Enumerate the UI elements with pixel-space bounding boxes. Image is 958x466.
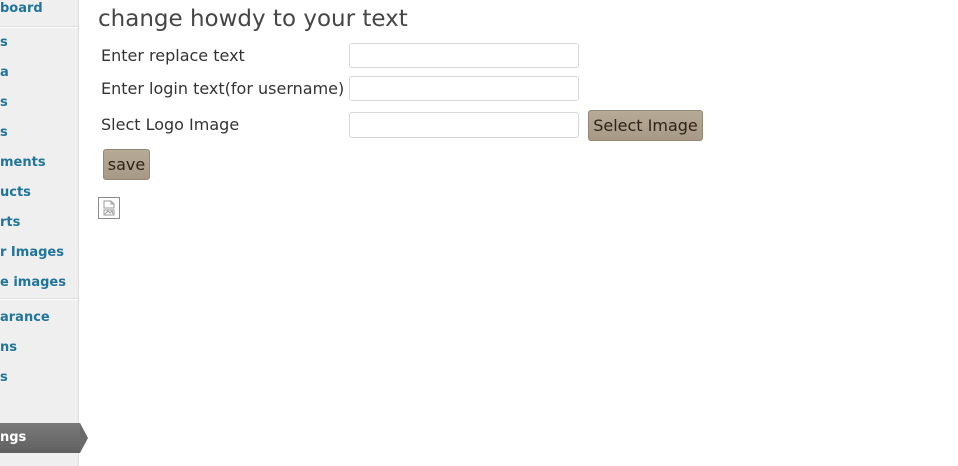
- page-title: change howdy to your text: [98, 6, 408, 32]
- logo-image-label: Slect Logo Image: [101, 115, 240, 134]
- admin-sidebar: board s a s s ments ucts rts r Images e …: [0, 0, 79, 466]
- sidebar-item-label: s: [0, 95, 8, 110]
- logo-image-input[interactable]: [349, 112, 579, 138]
- sidebar-item-label: r Images: [0, 245, 64, 260]
- sidebar-item-label: board: [0, 1, 43, 16]
- sidebar-item-links[interactable]: s: [0, 95, 78, 125]
- sidebar-divider: [0, 299, 78, 300]
- sidebar-item-posts[interactable]: s: [0, 35, 78, 65]
- sidebar-divider: [0, 27, 78, 28]
- logo-image-preview: [98, 197, 120, 219]
- sidebar-item-label: s: [0, 35, 8, 50]
- sidebar-item-label: e images: [0, 275, 66, 290]
- sidebar-item-label: ns: [0, 340, 17, 355]
- sidebar-item-products[interactable]: ucts: [0, 185, 78, 215]
- sidebar-item-carts[interactable]: rts: [0, 215, 78, 245]
- sidebar-item-label: rts: [0, 215, 21, 230]
- login-text-input[interactable]: [349, 76, 579, 101]
- sidebar-item-pages[interactable]: s: [0, 125, 78, 155]
- save-button[interactable]: save: [103, 149, 150, 180]
- sidebar-item-label: ngs: [0, 430, 27, 445]
- sidebar-item-appearance[interactable]: arance: [0, 310, 78, 340]
- active-menu-arrow-icon: [80, 423, 88, 453]
- sidebar-item-label: a: [0, 65, 9, 80]
- sidebar-item-label: s: [0, 125, 8, 140]
- replace-text-label: Enter replace text: [101, 46, 245, 65]
- sidebar-item-plugins[interactable]: ns: [0, 340, 78, 370]
- select-image-button[interactable]: Select Image: [588, 110, 703, 141]
- broken-image-icon: [103, 200, 115, 216]
- sidebar-item-comments[interactable]: ments: [0, 155, 78, 185]
- sidebar-item-label: arance: [0, 310, 50, 325]
- sidebar-item-users[interactable]: s: [0, 370, 78, 400]
- sidebar-item-page-images[interactable]: e images: [0, 275, 78, 305]
- sidebar-item-label: s: [0, 370, 8, 385]
- login-text-label: Enter login text(for username): [101, 79, 345, 98]
- sidebar-item-label: ments: [0, 155, 46, 170]
- sidebar-item-settings-active[interactable]: ngs: [0, 423, 80, 453]
- replace-text-input[interactable]: [349, 43, 579, 68]
- sidebar-item-label: ucts: [0, 185, 31, 200]
- sidebar-item-media[interactable]: a: [0, 65, 78, 95]
- sidebar-item-slider-images[interactable]: r Images: [0, 245, 78, 275]
